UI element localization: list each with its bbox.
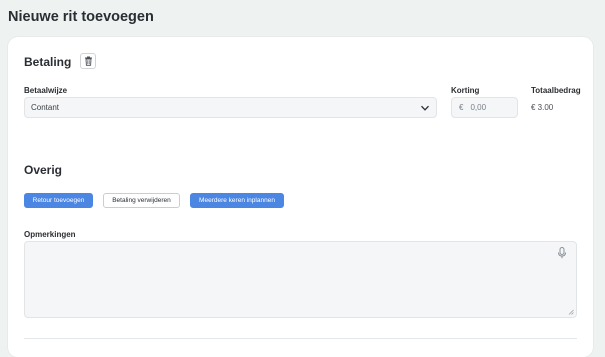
total-label: Totaalbedrag <box>531 86 581 95</box>
add-return-button[interactable]: Retour toevoegen <box>24 193 93 208</box>
discount-label: Korting <box>451 86 480 95</box>
schedule-multiple-button[interactable]: Meerdere keren inplannen <box>190 193 284 208</box>
chevron-down-icon <box>421 105 429 111</box>
ride-form-card: Betaling Betaalwijze Contant Korting € 0… <box>8 37 593 357</box>
section-divider <box>24 338 577 339</box>
payment-section-title: Betaling <box>24 55 72 69</box>
delete-payment-button[interactable] <box>80 53 96 69</box>
discount-input[interactable]: € 0,00 <box>451 97 518 118</box>
total-value: € 3.00 <box>531 103 554 112</box>
page-title: Nieuwe rit toevoegen <box>8 9 154 25</box>
currency-symbol: € <box>459 103 464 112</box>
trash-icon <box>84 56 92 66</box>
payment-method-value: Contant <box>31 103 60 112</box>
payment-method-select[interactable]: Contant <box>24 97 437 118</box>
remarks-label: Opmerkingen <box>24 230 76 239</box>
discount-placeholder: 0,00 <box>470 103 487 112</box>
resize-grip-icon[interactable] <box>568 309 574 315</box>
remarks-textarea[interactable] <box>24 241 577 318</box>
remove-payment-button[interactable]: Betaling verwijderen <box>103 193 180 208</box>
payment-method-label: Betaalwijze <box>24 86 68 95</box>
microphone-icon[interactable] <box>557 247 567 259</box>
other-section-title: Overig <box>24 163 63 177</box>
